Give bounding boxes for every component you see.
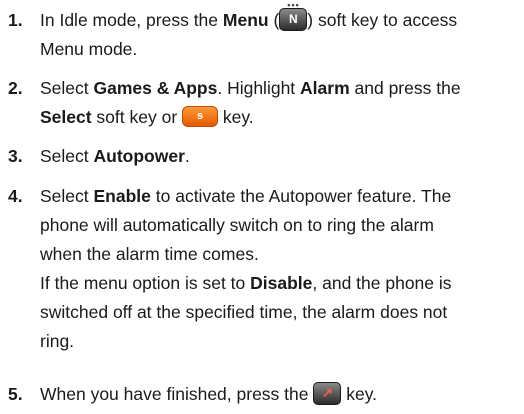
step-text: to activate the Autopower feature. The: [150, 186, 452, 206]
step-bold-text: Autopower: [93, 146, 185, 166]
step-text: key.: [218, 107, 254, 127]
step-bold-text: Alarm: [300, 78, 350, 98]
step-text: Select: [40, 146, 94, 166]
step-body: Select Games & Apps. Highlight Alarm and…: [40, 74, 518, 132]
step-line: Select Autopower.: [40, 142, 518, 171]
step-text: and press the: [349, 78, 461, 98]
step-number: 1.: [8, 10, 23, 30]
step-body: Select Autopower.: [40, 142, 518, 171]
step-text: . Highlight: [217, 78, 301, 98]
step-text: Select: [40, 78, 94, 98]
step-text: , and the phone is: [312, 273, 452, 293]
dots-icon: •••: [287, 0, 300, 10]
step-text: ) soft key to access: [307, 10, 458, 30]
step-line: Select soft key or s key.: [40, 103, 518, 132]
step-bold-text: Menu: [222, 10, 269, 30]
step-text: soft key or: [91, 107, 183, 127]
step-number: 5.: [8, 384, 23, 404]
step-body: In Idle mode, press the Menu (••• N) soft…: [40, 0, 518, 64]
instruction-list: 1. In Idle mode, press the Menu (••• N) s…: [0, 0, 524, 414]
key-glyph: ↗: [321, 384, 333, 400]
step-line: ring.: [40, 331, 75, 351]
step-bold-text: Select: [40, 107, 92, 127]
step-text: When you have finished, press the: [40, 384, 314, 404]
step-number: 2.: [8, 78, 23, 98]
step-body: Select Enable to activate the Autopower …: [40, 182, 518, 356]
step-text: In Idle mode, press the: [40, 10, 223, 30]
end-key-icon: ↗: [313, 381, 342, 405]
step-body: When you have finished, press the ↗ key.: [40, 380, 518, 409]
key-glyph: N: [288, 11, 298, 26]
step-line: Select Enable to activate the Autopower …: [40, 182, 518, 211]
step-bold-text: Enable: [93, 186, 151, 206]
step-line: If the menu option is set to Disable, an…: [40, 269, 518, 298]
step-text: (: [268, 10, 280, 30]
step-line: switched off at the specified time, the …: [40, 302, 448, 322]
step-number: 3.: [8, 146, 23, 166]
key-glyph: s: [196, 109, 204, 122]
step-bold-text: Disable: [250, 273, 313, 293]
step-line: phone will automatically switch on to ri…: [40, 215, 434, 235]
step-text: If the menu option is set to: [40, 273, 251, 293]
menu-softkey-icon: ••• N: [279, 0, 308, 31]
step-line: In Idle mode, press the Menu (••• N) soft…: [40, 0, 518, 35]
step-text: key.: [341, 384, 378, 404]
step-bold-text: Games & Apps: [93, 78, 218, 98]
step-line: Menu mode.: [40, 39, 138, 59]
step-line: Select Games & Apps. Highlight Alarm and…: [40, 74, 518, 103]
step-text: .: [184, 146, 190, 166]
step-text: Select: [40, 186, 94, 206]
step-number: 4.: [8, 186, 23, 206]
step-line: When you have finished, press the ↗ key.: [40, 380, 518, 409]
step-line: when the alarm time comes.: [40, 244, 259, 264]
select-key-icon: s: [182, 105, 219, 127]
